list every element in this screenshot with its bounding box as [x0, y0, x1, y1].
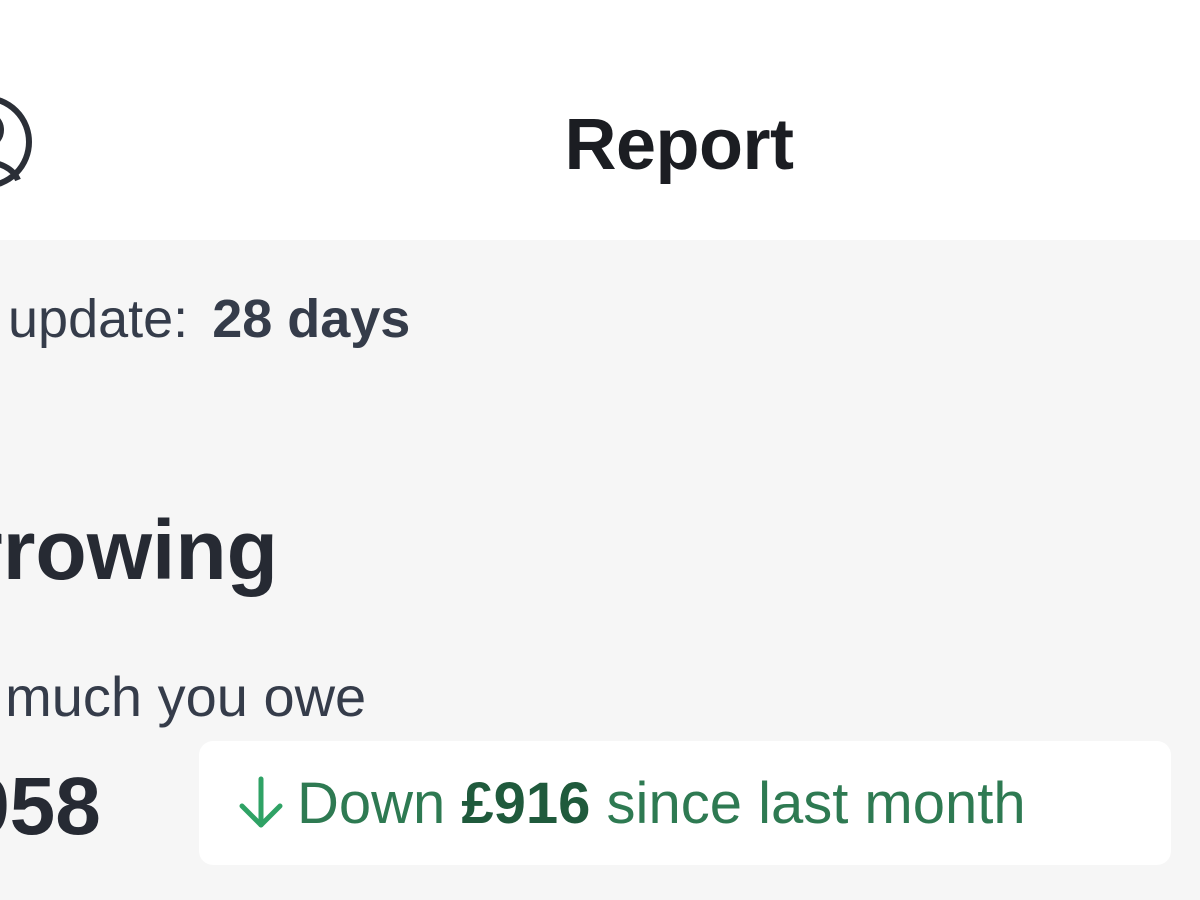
owed-amount: 958: [0, 761, 101, 852]
change-amount: £916: [461, 770, 591, 836]
change-badge: Down £916 since last month: [199, 741, 1171, 865]
owe-label: / much you owe: [0, 665, 367, 728]
change-prefix: Down: [297, 770, 462, 836]
borrowing-heading: rrowing: [0, 503, 278, 597]
last-update-value: 28 days: [212, 289, 411, 349]
app-header: Report: [0, 0, 1200, 240]
last-update-label: t update:: [0, 289, 189, 349]
change-text: Down £916 since last month: [297, 770, 1026, 837]
page-title: Report: [564, 105, 795, 185]
arrow-down-icon: [239, 776, 283, 828]
last-update-row: t update: 28 days: [0, 288, 410, 350]
change-suffix: since last month: [590, 770, 1026, 836]
